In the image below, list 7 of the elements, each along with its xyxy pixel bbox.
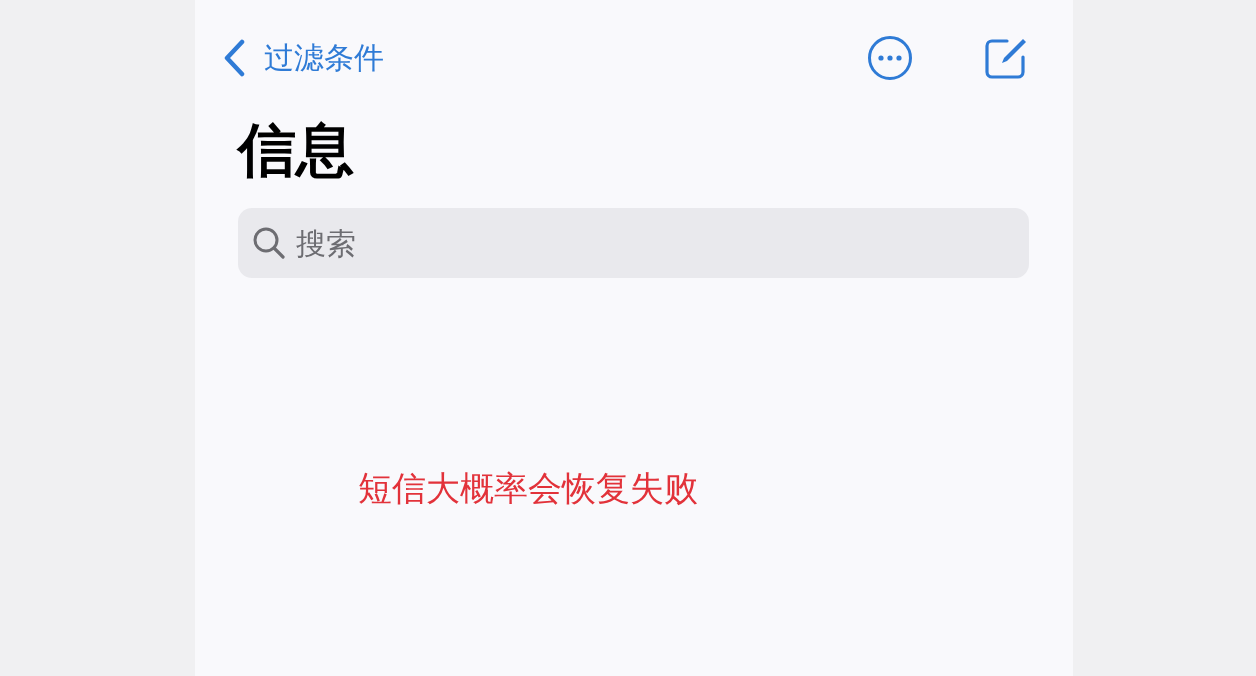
more-button[interactable] bbox=[867, 35, 913, 81]
page-title: 信息 bbox=[238, 115, 355, 186]
back-button[interactable]: 过滤条件 bbox=[222, 37, 384, 79]
annotation-text: 短信大概率会恢复失败 bbox=[358, 467, 698, 510]
search-field[interactable]: 搜索 bbox=[238, 208, 1029, 278]
ellipsis-circle-icon bbox=[867, 35, 913, 81]
back-chevron-icon bbox=[222, 39, 246, 77]
